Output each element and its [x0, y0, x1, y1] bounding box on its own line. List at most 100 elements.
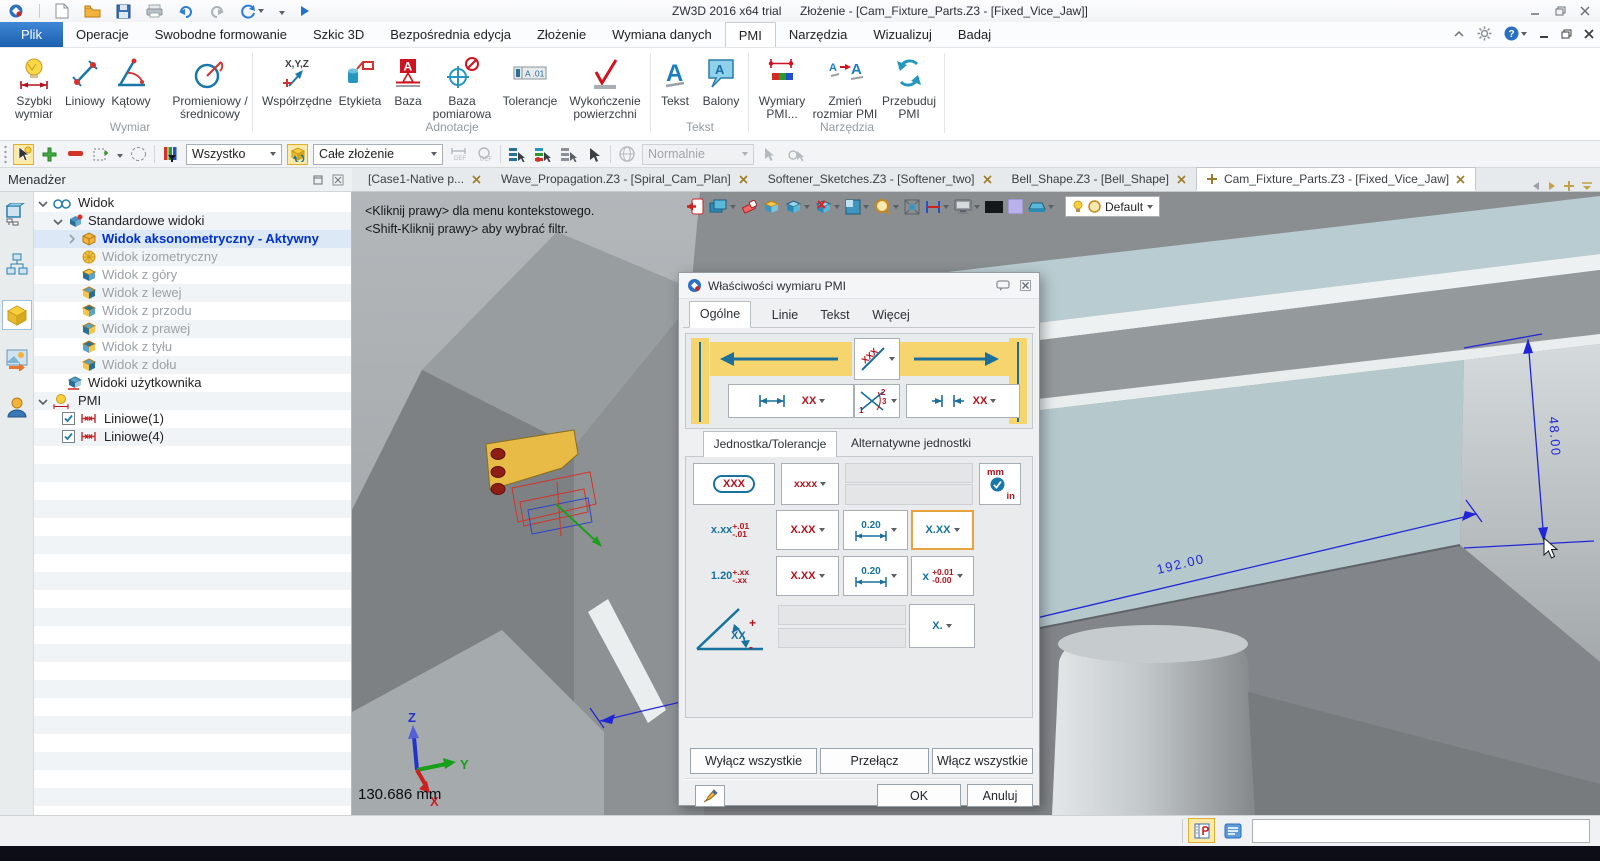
add-selection-button[interactable]: [39, 144, 60, 165]
restore-button[interactable]: [1551, 3, 1569, 18]
exit-view-icon[interactable]: [686, 198, 704, 215]
apply-style-brush-button[interactable]: [695, 785, 725, 807]
filter-dropdown[interactable]: Wszystko: [186, 143, 282, 165]
help-icon[interactable]: ?: [1504, 26, 1527, 41]
tree-item-standardowe-widoki[interactable]: Standardowe widoki: [34, 212, 351, 230]
visualization-icon[interactable]: [2, 344, 32, 374]
menu-pmi[interactable]: PMI: [724, 22, 776, 47]
ground-plane-icon[interactable]: [1028, 200, 1054, 214]
tolerance-row2-precision-dropdown[interactable]: X.XX: [776, 556, 839, 596]
expander-icon[interactable]: [38, 398, 48, 406]
tab-close-icon[interactable]: [1177, 174, 1186, 184]
tree-item-widok-z-prawej[interactable]: Widok z prawej: [34, 320, 351, 338]
expander-icon[interactable]: [53, 218, 63, 226]
tree-item-widok-z-gory[interactable]: Widok z góry: [34, 266, 351, 284]
tolerance-row2-gap-dropdown[interactable]: 0.20: [843, 556, 908, 596]
expander-icon[interactable]: [68, 234, 76, 244]
redo-button[interactable]: [209, 4, 225, 18]
tree-item-liniowe-4[interactable]: Liniowe(4): [34, 428, 351, 446]
hide-box-icon[interactable]: [815, 199, 840, 215]
pick-cursor-button[interactable]: [584, 144, 605, 165]
menu-plik[interactable]: Plik: [0, 22, 63, 47]
assembly-tree-icon[interactable]: [2, 200, 32, 230]
dialog-tab-tekst[interactable]: Tekst: [811, 303, 859, 327]
close-button[interactable]: [1576, 3, 1594, 18]
angle-precision-dropdown[interactable]: X.: [909, 604, 975, 648]
play-macro-button[interactable]: [300, 5, 310, 17]
toggle-button[interactable]: Przełącz: [820, 748, 929, 774]
dim-height-label[interactable]: 48.00: [1546, 416, 1564, 457]
menu-swobodne-formowanie[interactable]: Swobodne formowanie: [142, 22, 300, 47]
tolerance-row1-precision-dropdown[interactable]: X.XX: [776, 510, 839, 550]
display-monitor-icon[interactable]: [954, 199, 980, 215]
remove-selection-button[interactable]: [65, 144, 86, 165]
pick-list-remove-button[interactable]: [558, 144, 579, 165]
tab-scroll-right-icon[interactable]: [1548, 181, 1556, 191]
right-dim-style-dropdown[interactable]: XX: [906, 384, 1020, 418]
tree-item-widok-z-przodu[interactable]: Widok z przodu: [34, 302, 351, 320]
manager-close-icon[interactable]: [332, 174, 344, 186]
doc-close-icon[interactable]: [1584, 28, 1594, 39]
user-panel-icon[interactable]: [2, 392, 32, 422]
leader-points-dropdown[interactable]: 23 1: [854, 384, 900, 418]
dim-frame-button[interactable]: XXX: [693, 463, 775, 505]
subtab-alternatywne-jednostki[interactable]: Alternatywne jednostki: [851, 431, 991, 457]
tab-close-icon[interactable]: [982, 174, 992, 184]
tree-item-liniowe-1[interactable]: Liniowe(1): [34, 410, 351, 428]
collapse-ribbon-icon[interactable]: [1453, 28, 1465, 40]
pick-list-button[interactable]: [506, 144, 527, 165]
select-box-dropdown-icon[interactable]: [117, 147, 123, 161]
menu-operacje[interactable]: Operacje: [63, 22, 142, 47]
erase-icon[interactable]: [741, 199, 758, 214]
save-button[interactable]: [116, 4, 131, 19]
dialog-close-icon[interactable]: [1020, 280, 1031, 291]
doc-minimize-icon[interactable]: [1539, 29, 1549, 39]
tree-item-widok-z-tylu[interactable]: Widok z tyłu: [34, 338, 351, 356]
shade-box-icon[interactable]: [785, 199, 810, 215]
tree-item-widok-aksonometryczny-active[interactable]: Widok aksonometryczny - Aktywny: [34, 230, 351, 248]
tab-new-icon[interactable]: [1564, 181, 1574, 191]
menu-bezposrednia-edycja[interactable]: Bezpośrednia edycja: [377, 22, 524, 47]
tab-list-icon[interactable]: [1582, 181, 1592, 191]
pick-scope-button[interactable]: [287, 143, 308, 165]
tree-item-widoki-uzytkownika[interactable]: Widoki użytkownika: [34, 374, 351, 392]
checkbox-checked-icon[interactable]: [62, 412, 75, 425]
settings-gear-icon[interactable]: [1477, 26, 1492, 41]
select-box-button[interactable]: [91, 144, 112, 165]
toolbar-grip[interactable]: [3, 144, 8, 164]
dialog-tab-linie[interactable]: Linie: [761, 303, 809, 327]
smart-pick-button[interactable]: [13, 143, 34, 165]
cancel-button[interactable]: Anuluj: [967, 784, 1033, 807]
enable-all-button[interactable]: Włącz wszystkie: [932, 748, 1033, 774]
background-black-icon[interactable]: [985, 200, 1003, 213]
shade-yellow-box-icon[interactable]: [763, 199, 780, 215]
undo-button[interactable]: [178, 4, 194, 18]
disable-all-button[interactable]: Wyłącz wszystkie: [690, 748, 817, 774]
ok-button[interactable]: OK: [877, 784, 961, 807]
new-file-button[interactable]: [55, 3, 69, 19]
zoom-extents-icon[interactable]: [904, 199, 920, 215]
dialog-tab-wiecej[interactable]: Więcej: [863, 303, 919, 327]
multi-view-icon[interactable]: [709, 199, 736, 215]
doc-restore-icon[interactable]: [1561, 29, 1572, 39]
left-dim-style-dropdown[interactable]: XX: [728, 384, 854, 418]
doc-tab-cam-fixture-parts-active[interactable]: Cam_Fixture_Parts.Z3 - [Fixed_Vice_Jaw]: [1195, 167, 1477, 191]
scope-dropdown[interactable]: Całe złożenie: [313, 143, 443, 165]
menu-szkic-3d[interactable]: Szkic 3D: [300, 22, 377, 47]
doc-tab-case1[interactable]: [Case1-Native p...: [358, 167, 491, 191]
subtab-jednostka-tolerancje[interactable]: Jednostka/Tolerancje: [703, 431, 837, 457]
tab-scroll-left-icon[interactable]: [1532, 181, 1540, 191]
dim-format-dropdown[interactable]: xxxx: [781, 463, 839, 505]
dialog-tab-ogolne[interactable]: Ogólne: [689, 301, 751, 328]
tree-item-widok-z-dolu[interactable]: Widok z dołu: [34, 356, 351, 374]
filter-list-button[interactable]: [160, 144, 181, 165]
tab-close-icon[interactable]: [1456, 174, 1465, 184]
unit-mm-in-button[interactable]: mm in: [979, 463, 1021, 505]
tree-item-pmi[interactable]: PMI: [34, 392, 351, 410]
expander-icon[interactable]: [38, 200, 48, 208]
tab-close-icon[interactable]: [739, 174, 748, 184]
dim-display-icon[interactable]: [925, 199, 949, 215]
menu-wizualizuj[interactable]: Wizualizuj: [860, 22, 945, 47]
tree-item-widok[interactable]: Widok: [34, 194, 351, 212]
tolerance-row1-gap-dropdown[interactable]: 0.20: [843, 510, 908, 550]
